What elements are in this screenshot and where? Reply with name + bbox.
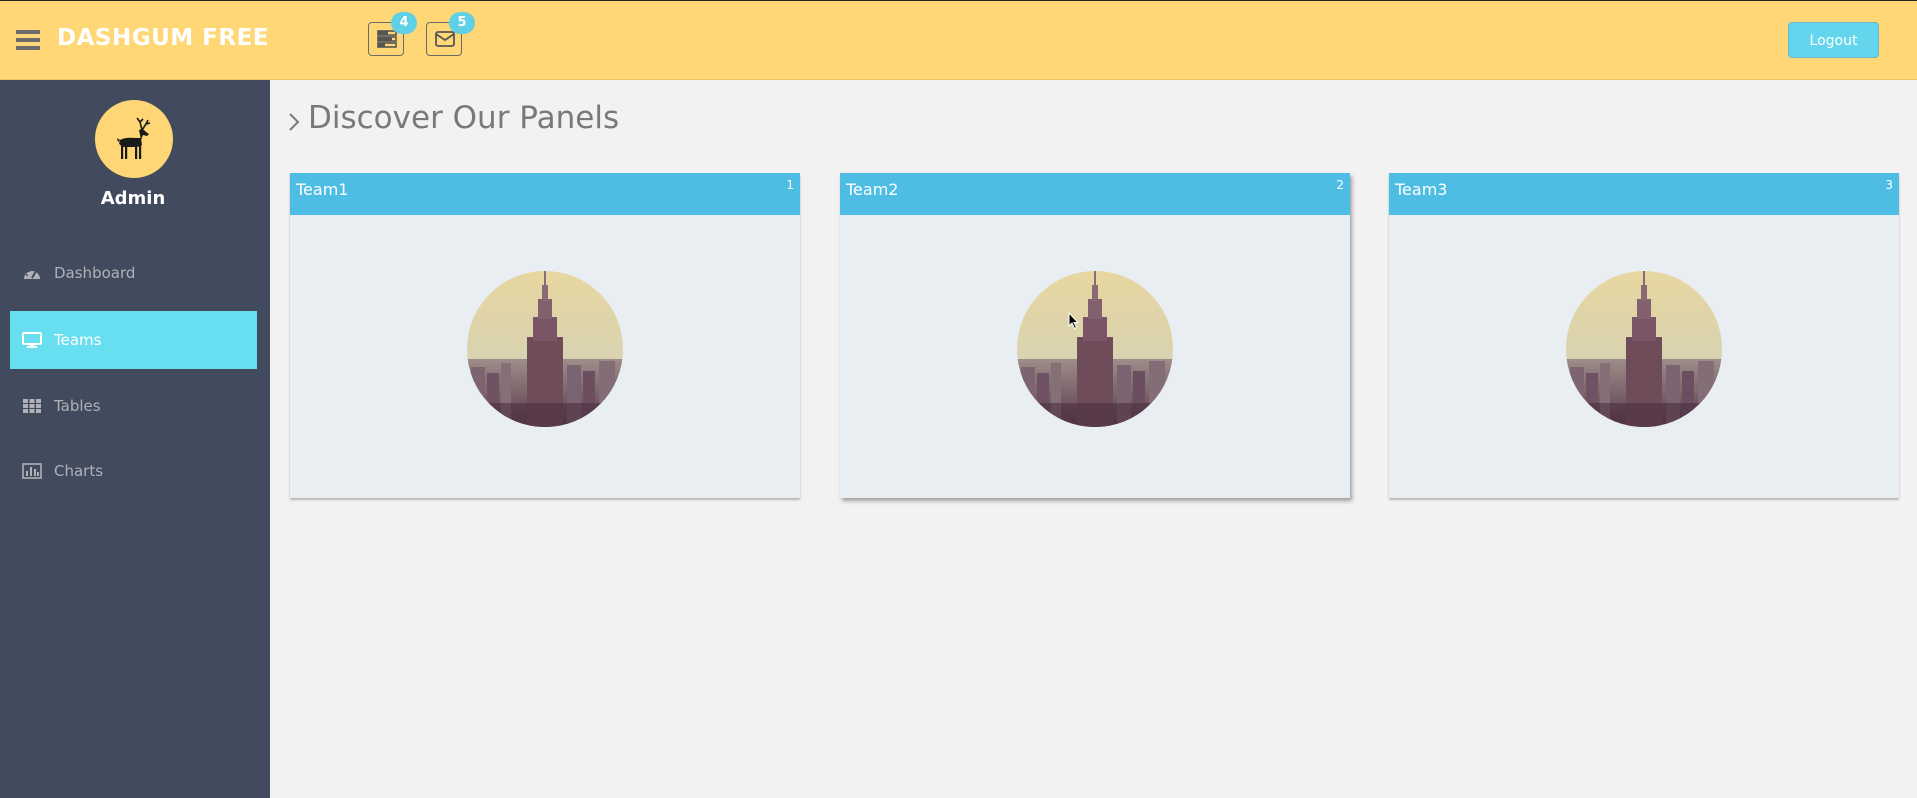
envelope-icon <box>435 31 455 47</box>
panel-number: 1 <box>786 178 794 192</box>
sidebar-item-dashboard[interactable]: Dashboard <box>10 244 257 302</box>
grid-icon <box>23 399 41 413</box>
tasks-badge: 4 <box>391 12 417 34</box>
dashboard-icon <box>24 268 40 279</box>
messages-badge: 5 <box>449 12 475 34</box>
mouse-cursor-icon <box>1068 312 1080 330</box>
top-header: DASHGUM FREE 4 5 Logout <box>0 0 1917 80</box>
sidebar: Admin Dashboard Teams Tables Charts <box>0 80 270 798</box>
sidebar-item-tables[interactable]: Tables <box>10 377 257 435</box>
bar-chart-icon <box>22 463 42 479</box>
sidebar-item-label: Dashboard <box>54 264 136 282</box>
chevron-right-icon <box>289 113 300 131</box>
avatar[interactable] <box>95 100 173 178</box>
messages-button[interactable]: 5 <box>426 12 475 56</box>
panel-header: Team1 1 <box>290 173 800 215</box>
panel-image <box>1017 271 1173 427</box>
panel-number: 3 <box>1885 178 1893 192</box>
brand-logo[interactable]: DASHGUM FREE <box>57 25 269 51</box>
panel-header: Team2 2 <box>840 173 1350 215</box>
sidebar-item-label: Tables <box>54 397 101 415</box>
panel-title: Team2 <box>846 180 899 199</box>
deer-icon <box>117 117 151 159</box>
menu-toggle-icon[interactable] <box>16 30 40 50</box>
page-title: Discover Our Panels <box>308 100 620 136</box>
sidebar-item-label: Charts <box>54 462 104 480</box>
panel-number: 2 <box>1336 178 1344 192</box>
sidebar-item-charts[interactable]: Charts <box>10 442 257 500</box>
desktop-icon <box>22 332 42 348</box>
sidebar-item-teams[interactable]: Teams <box>10 311 257 369</box>
panel-title: Team3 <box>1395 180 1448 199</box>
sidebar-item-label: Teams <box>54 331 102 349</box>
team-panel[interactable]: Team2 2 <box>840 173 1350 498</box>
panel-title: Team1 <box>296 180 349 199</box>
tasks-button[interactable]: 4 <box>368 12 417 56</box>
panel-header: Team3 3 <box>1389 173 1899 215</box>
team-panel[interactable]: Team3 3 <box>1389 173 1899 498</box>
panel-image <box>467 271 623 427</box>
tasks-icon <box>377 30 397 48</box>
logout-button[interactable]: Logout <box>1788 22 1879 58</box>
panel-image <box>1566 271 1722 427</box>
team-panel[interactable]: Team1 1 <box>290 173 800 498</box>
user-name: Admin <box>100 188 166 209</box>
